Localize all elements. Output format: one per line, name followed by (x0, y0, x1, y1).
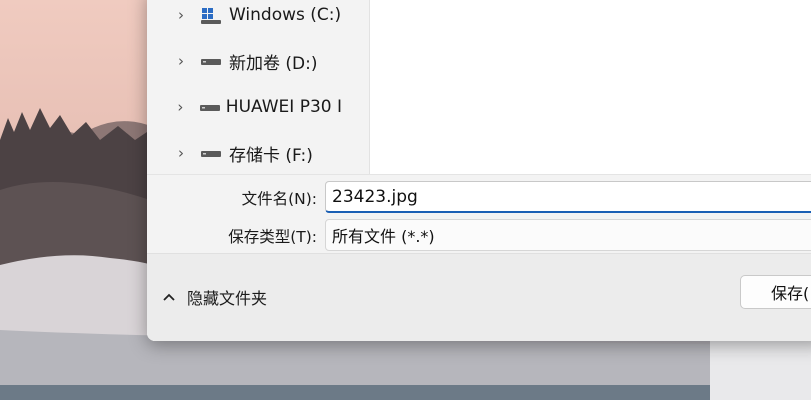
drive-icon (201, 146, 221, 160)
hide-folders-toggle[interactable]: 隐藏文件夹 (161, 282, 267, 312)
nav-item-label: 存储卡 (F:) (229, 145, 313, 166)
chevron-right-icon[interactable]: › (174, 100, 187, 115)
nav-item-huawei[interactable]: › HUAWEI P30 I (147, 87, 342, 127)
chevron-right-icon[interactable]: › (174, 54, 188, 69)
windows-drive-icon (201, 8, 221, 24)
chevron-up-icon (161, 290, 177, 305)
navigation-pane: › Windows (C:) › 新加卷 (D:) › HUAWEI P30 I… (147, 0, 369, 174)
dialog-footer: 隐藏文件夹 保存( (147, 253, 811, 341)
save-as-dialog: › Windows (C:) › 新加卷 (D:) › HUAWEI P30 I… (147, 0, 811, 341)
nav-item-label: HUAWEI P30 I (225, 97, 342, 117)
chevron-right-icon[interactable]: › (174, 146, 188, 161)
save-button-label: 保存( (771, 284, 810, 303)
file-list-pane[interactable] (369, 0, 811, 174)
chevron-right-icon[interactable]: › (174, 8, 188, 23)
save-form: 文件名(N): 23423.jpg 保存类型(T): 所有文件 (*.*) 隐藏… (147, 174, 811, 341)
filename-value: 23423.jpg (332, 186, 418, 207)
nav-item-label: Windows (C:) (229, 5, 342, 25)
nav-scrollbar[interactable] (344, 0, 369, 174)
hide-folders-label: 隐藏文件夹 (187, 289, 268, 308)
drive-icon (201, 54, 221, 68)
nav-item-memory-card-f[interactable]: › 存储卡 (F:) (147, 133, 342, 173)
nav-item-windows-c[interactable]: › Windows (C:) (147, 0, 342, 35)
nav-item-drive-d[interactable]: › 新加卷 (D:) (147, 41, 342, 81)
filetype-value: 所有文件 (*.*) (332, 227, 435, 246)
save-button[interactable]: 保存( (740, 275, 811, 309)
filetype-select[interactable]: 所有文件 (*.*) (325, 219, 811, 251)
drive-icon (199, 100, 220, 114)
filetype-label: 保存类型(T): (228, 228, 317, 246)
nav-item-label: 新加卷 (D:) (229, 53, 318, 74)
filename-input[interactable]: 23423.jpg (325, 181, 811, 213)
filename-label: 文件名(N): (241, 190, 317, 208)
